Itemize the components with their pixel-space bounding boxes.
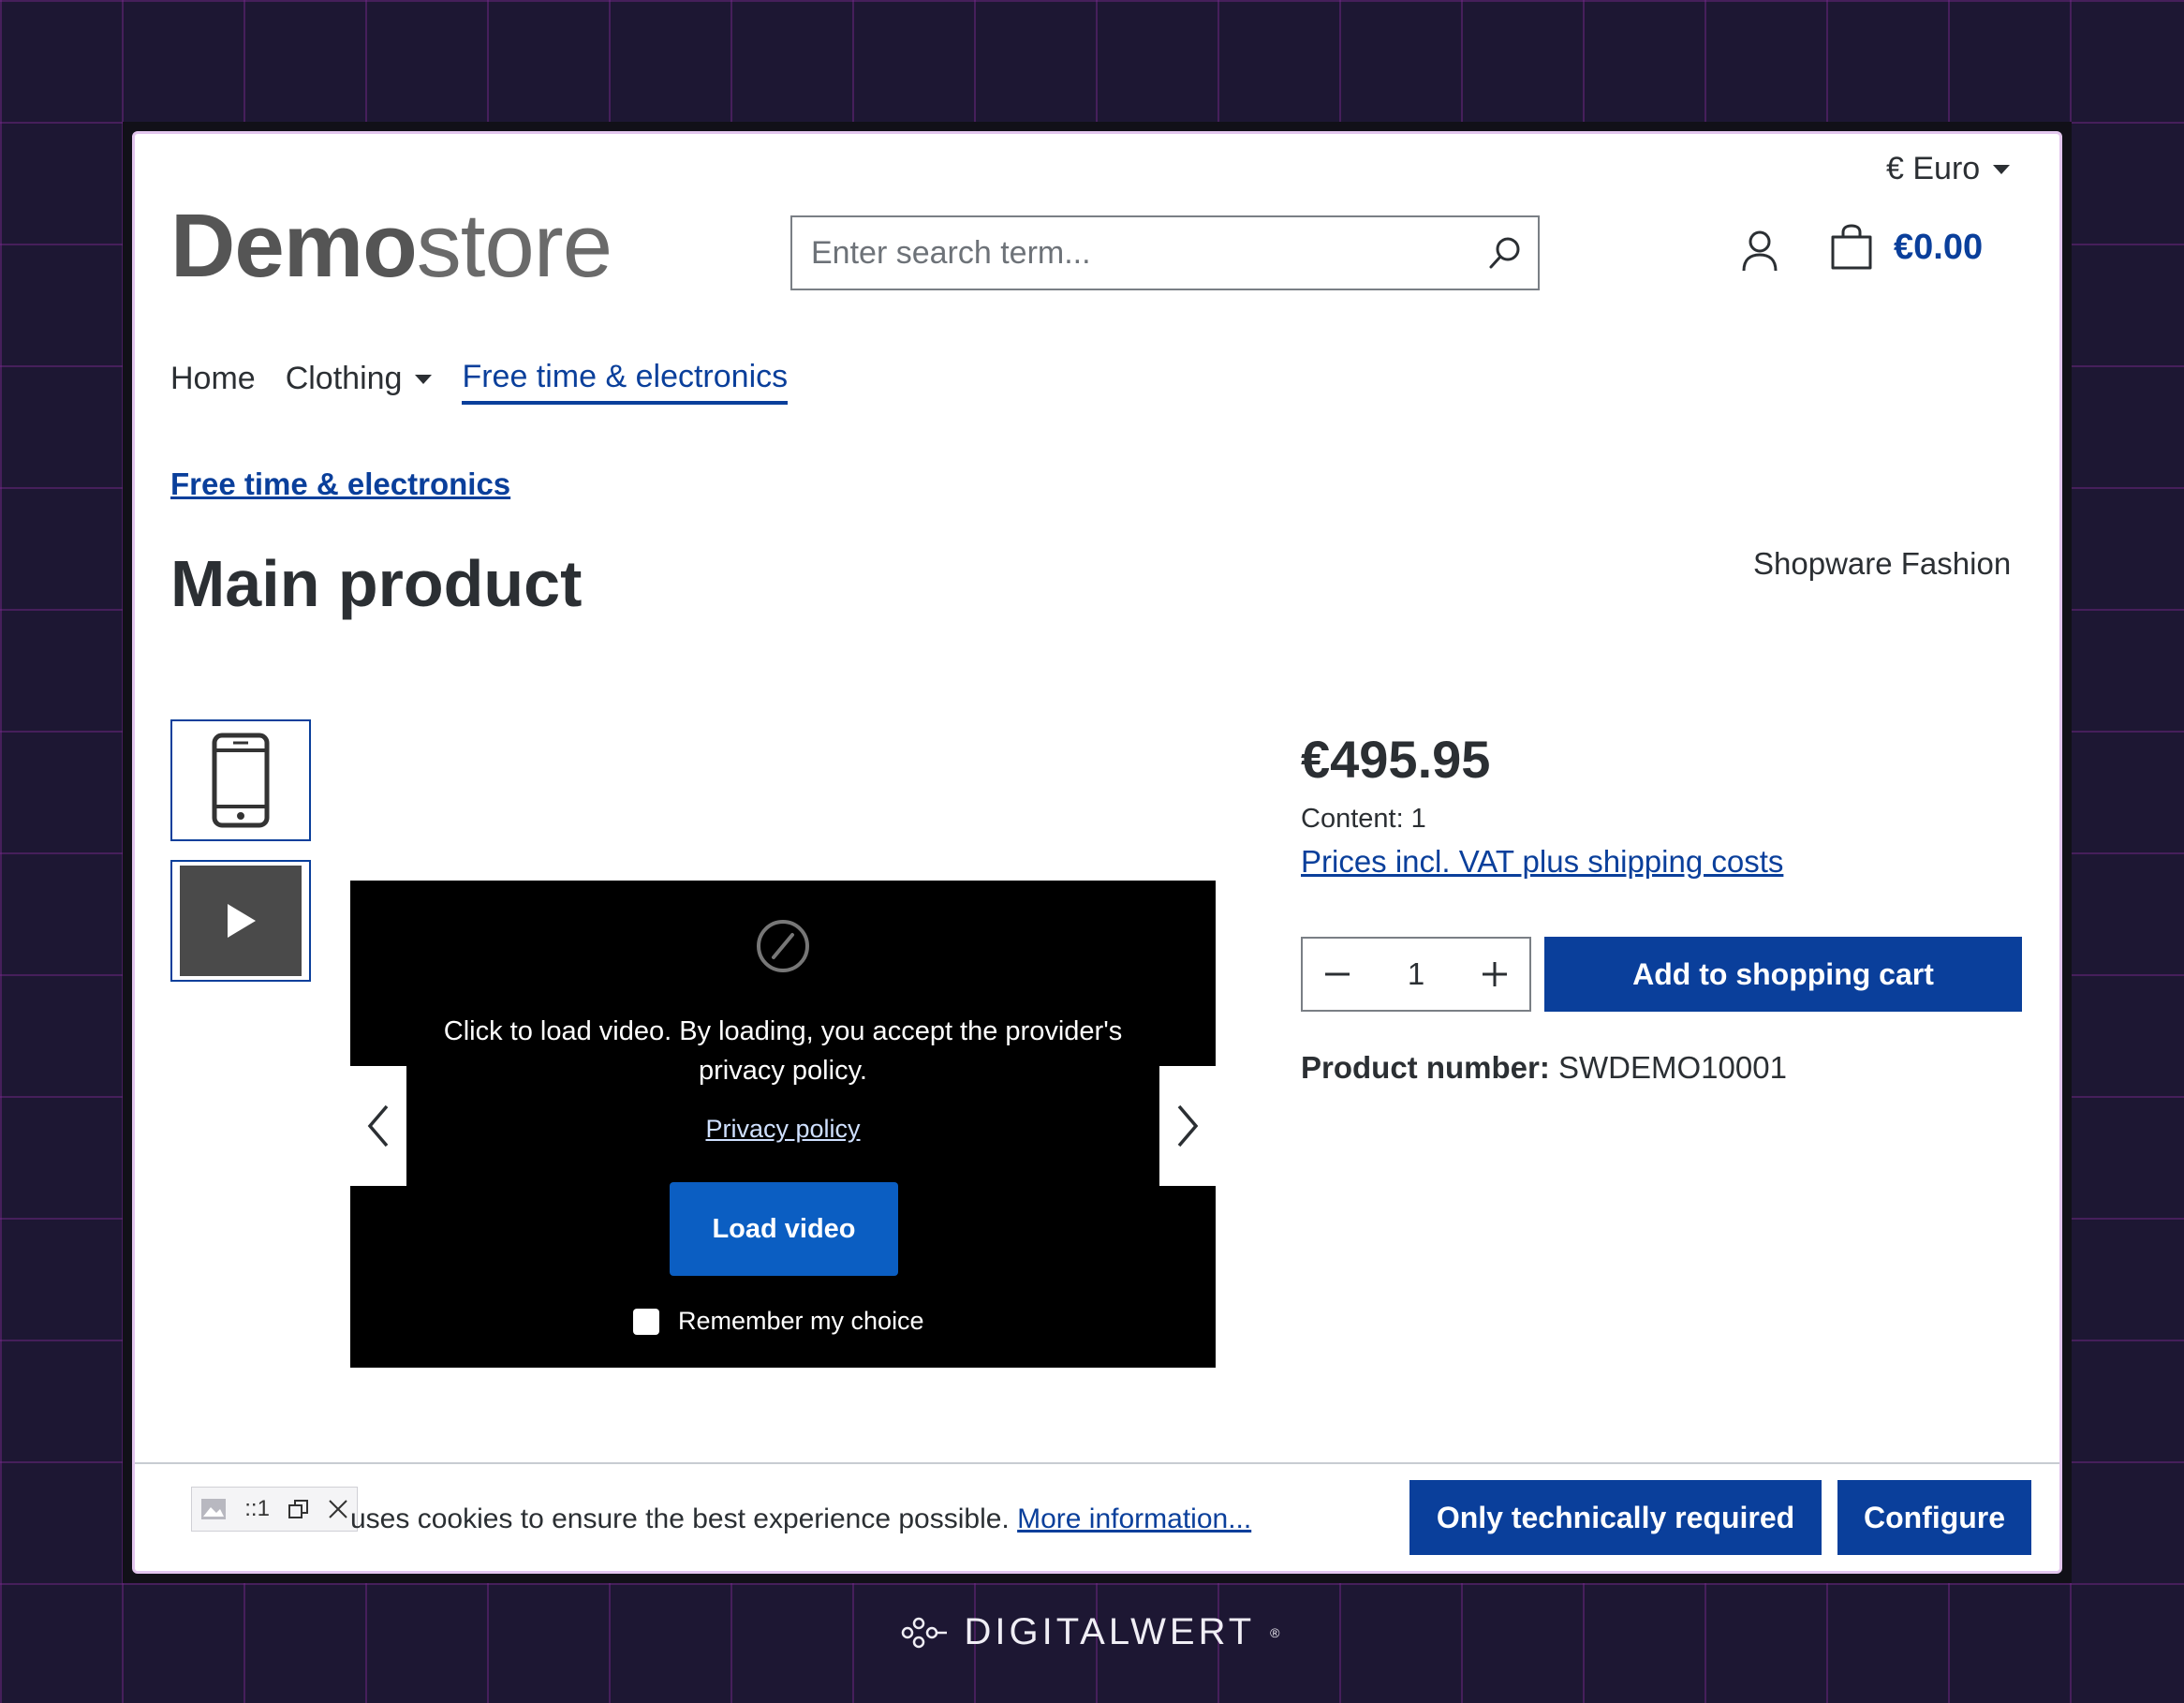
search-button[interactable] (1472, 217, 1538, 289)
logo-light: store (416, 196, 612, 296)
product-content: Content: 1 (1301, 804, 1426, 834)
cart-total: €0.00 (1894, 227, 1984, 267)
digitalwert-logo: DIGITALWERT ® (0, 1611, 2184, 1653)
currency-label: € Euro (1886, 151, 1981, 186)
manufacturer-link[interactable]: Shopware Fashion (1753, 546, 2011, 582)
restore-window-icon[interactable] (288, 1498, 310, 1520)
nav-item-label: Clothing (285, 361, 403, 396)
add-to-cart-button[interactable]: Add to shopping cart (1544, 937, 2022, 1012)
chevron-right-icon (1177, 1104, 1199, 1148)
close-icon[interactable] (328, 1499, 348, 1519)
phone-icon (212, 733, 270, 828)
registered-mark: ® (1270, 1624, 1284, 1640)
product-number: Product number: SWDEMO10001 (1301, 1050, 1787, 1086)
nav-item-label: Home (170, 361, 256, 396)
vat-shipping-link[interactable]: Prices incl. VAT plus shipping costs (1301, 844, 1783, 880)
devtool-toolbar: ::1 (191, 1487, 358, 1532)
nav-item-clothing[interactable]: Clothing (286, 359, 433, 405)
play-icon (228, 904, 256, 938)
brand-name: DIGITALWERT (964, 1611, 1256, 1652)
blocked-icon (757, 920, 809, 972)
quantity-decrease-button[interactable] (1323, 960, 1351, 988)
thumbnail-video[interactable] (170, 860, 311, 982)
shopping-bag-icon (1831, 224, 1872, 270)
product-price: €495.95 (1301, 730, 1491, 789)
gallery-next-button[interactable] (1159, 1066, 1216, 1186)
page-title: Main product (170, 547, 583, 620)
search-input[interactable] (792, 217, 1472, 289)
store-logo[interactable]: Demostore (170, 201, 612, 291)
nav-item-home[interactable]: Home (170, 359, 256, 405)
thumbnail-phone[interactable] (170, 719, 311, 841)
cookie-banner: ::1 uses cookies to ensure the best expe… (135, 1462, 2059, 1571)
shop-page: € Euro Demostore Enter search term... €0… (132, 131, 2062, 1574)
main-navigation: Home Clothing Free time & electronics (170, 359, 789, 405)
plus-icon (1482, 962, 1507, 986)
chevron-down-icon (415, 374, 433, 384)
configure-button[interactable]: Configure (1837, 1480, 2031, 1555)
close-glyph (328, 1500, 347, 1518)
restore-glyph (288, 1500, 308, 1518)
chevron-down-icon (1993, 164, 2011, 174)
logo-bold: Demo (170, 196, 418, 296)
brand-mark-icon (902, 1617, 948, 1648)
cookie-text: uses cookies to ensure the best experien… (350, 1503, 1251, 1535)
only-required-button[interactable]: Only technically required (1409, 1480, 1822, 1555)
currency-dropdown[interactable]: € Euro (1886, 151, 2011, 187)
search-box (790, 215, 1540, 290)
search-icon (1489, 237, 1520, 269)
quantity-increase-button[interactable] (1481, 960, 1509, 988)
video-consent-text: Click to load video. By loading, you acc… (443, 1016, 1123, 1086)
user-icon (1742, 230, 1778, 272)
remember-choice-checkbox[interactable] (633, 1308, 659, 1335)
nav-item-label: Free time & electronics (462, 359, 789, 394)
quantity-stepper: 1 (1301, 937, 1531, 1012)
video-consent-overlay: Click to load video. By loading, you acc… (350, 881, 1216, 1368)
product-number-label: Product number: (1301, 1050, 1550, 1085)
more-information-link[interactable]: More information... (1017, 1503, 1251, 1534)
privacy-policy-link[interactable]: Privacy policy (350, 1115, 1216, 1144)
image-icon[interactable] (200, 1498, 227, 1520)
nav-item-free-time-electronics[interactable]: Free time & electronics (462, 359, 789, 405)
image-glyph (201, 1499, 227, 1519)
product-number-value: SWDEMO10001 (1558, 1050, 1787, 1085)
cookie-message: uses cookies to ensure the best experien… (350, 1503, 1010, 1534)
video-thumbnail-image (180, 866, 302, 976)
gallery-prev-button[interactable] (350, 1066, 406, 1186)
account-button[interactable] (1741, 230, 1778, 277)
breadcrumb[interactable]: Free time & electronics (170, 466, 510, 502)
chevron-left-icon (367, 1104, 389, 1148)
browser-window: € Euro Demostore Enter search term... €0… (123, 122, 2072, 1583)
remember-choice-label: Remember my choice (678, 1307, 924, 1335)
cart-button[interactable]: €0.00 (1830, 224, 1983, 271)
devtool-label: ::1 (244, 1496, 270, 1521)
minus-icon (1325, 972, 1350, 976)
quantity-value[interactable]: 1 (1408, 956, 1424, 992)
load-video-button[interactable]: Load video (670, 1182, 898, 1276)
remember-choice: Remember my choice (633, 1307, 924, 1336)
